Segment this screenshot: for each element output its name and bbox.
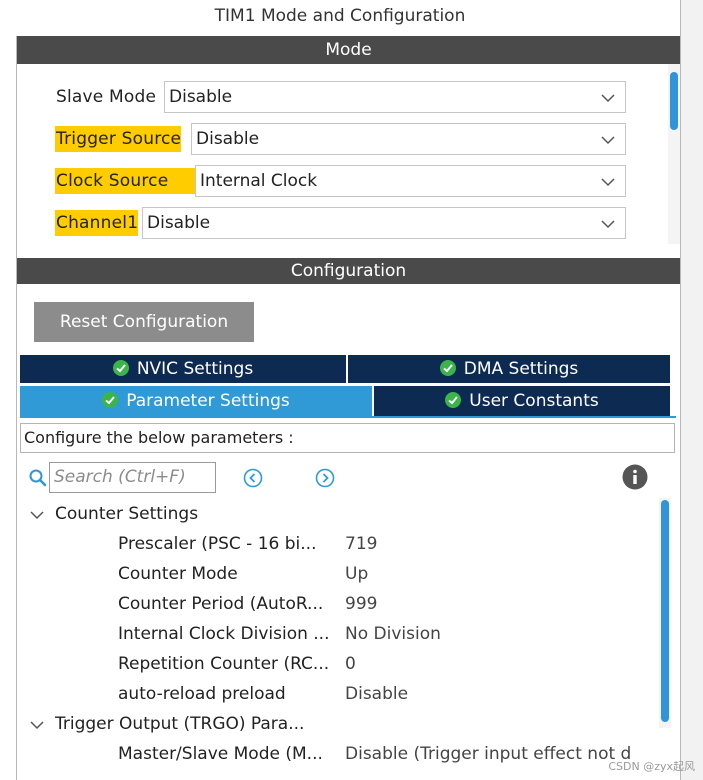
check-circle-icon <box>102 392 119 408</box>
channel1-value: Disable <box>147 213 211 233</box>
param-name[interactable]: Prescaler (PSC - 16 bi... <box>118 529 316 559</box>
chevron-down-icon[interactable] <box>30 718 44 732</box>
channel1-label: Channel1 <box>55 210 139 236</box>
param-value[interactable]: Disable (Trigger input effect not d <box>345 739 631 769</box>
slave-mode-value: Disable <box>169 87 233 107</box>
trigger-source-value: Disable <box>196 129 260 149</box>
check-circle-icon <box>439 360 456 376</box>
info-icon[interactable] <box>622 464 648 490</box>
tab-user-constants[interactable]: User Constants <box>374 386 670 416</box>
tab-user-constants-label: User Constants <box>469 391 599 411</box>
configure-banner: Configure the below parameters : <box>20 423 675 453</box>
chevron-down-icon[interactable] <box>30 508 44 522</box>
window-edge <box>681 0 703 780</box>
param-value[interactable]: Up <box>345 559 368 589</box>
search-icon[interactable] <box>29 469 47 487</box>
window-title: TIM1 Mode and Configuration <box>214 6 466 26</box>
chevron-down-icon <box>601 94 615 103</box>
chevron-down-icon <box>601 136 615 145</box>
trigger-source-select[interactable]: Disable <box>191 123 626 155</box>
mode-section-header: Mode <box>17 36 680 64</box>
watermark: CSDN @zyx起风 <box>608 760 695 773</box>
param-name[interactable]: Repetition Counter (RC... <box>118 649 329 679</box>
tab-parameter-settings-label: Parameter Settings <box>126 391 290 411</box>
tab-dma-settings-label: DMA Settings <box>463 359 579 379</box>
group-trigger-output[interactable]: Trigger Output (TRGO) Para... <box>55 709 304 739</box>
channel1-select[interactable]: Disable <box>142 207 626 239</box>
param-value[interactable]: Disable <box>345 679 408 709</box>
check-circle-icon <box>112 360 129 376</box>
parameter-scrollbar-thumb[interactable] <box>661 500 669 722</box>
clock-source-label: Clock Source <box>55 168 196 194</box>
arrow-left-circle-icon[interactable] <box>243 468 263 488</box>
param-name[interactable]: Counter Mode <box>118 559 238 589</box>
tabs-underline <box>20 416 676 418</box>
param-name[interactable]: Counter Period (AutoR... <box>118 589 323 619</box>
param-value[interactable]: 719 <box>345 529 377 559</box>
clock-source-select[interactable]: Internal Clock <box>195 165 626 197</box>
trigger-source-label: Trigger Source <box>55 126 182 152</box>
parameter-tree: Counter Settings Prescaler (PSC - 16 bi.… <box>20 498 656 780</box>
param-name[interactable]: auto-reload preload <box>118 679 286 709</box>
group-counter-settings[interactable]: Counter Settings <box>55 499 198 529</box>
reset-configuration-button[interactable]: Reset Configuration <box>34 302 254 342</box>
param-value[interactable]: 0 <box>345 649 356 679</box>
param-name[interactable]: Internal Clock Division ... <box>118 619 329 649</box>
tab-parameter-settings[interactable]: Parameter Settings <box>20 386 372 416</box>
arrow-right-circle-icon[interactable] <box>315 468 335 488</box>
tab-nvic-settings[interactable]: NVIC Settings <box>20 355 346 383</box>
mode-scrollbar-thumb[interactable] <box>670 72 678 130</box>
chevron-down-icon <box>601 220 615 229</box>
configuration-section-header: Configuration <box>17 258 680 284</box>
chevron-down-icon <box>601 178 615 187</box>
slave-mode-select[interactable]: Disable <box>164 81 626 113</box>
param-name[interactable]: Master/Slave Mode (M... <box>118 739 323 769</box>
param-value[interactable]: No Division <box>345 619 441 649</box>
search-input[interactable]: Search (Ctrl+F) <box>49 462 216 493</box>
check-circle-icon <box>445 392 462 408</box>
tab-dma-settings[interactable]: DMA Settings <box>348 355 670 383</box>
mode-panel: Slave Mode Disable Trigger Source Disabl… <box>17 64 667 244</box>
clock-source-value: Internal Clock <box>200 171 318 191</box>
param-value[interactable]: 999 <box>345 589 377 619</box>
slave-mode-label: Slave Mode <box>56 87 157 107</box>
tab-nvic-settings-label: NVIC Settings <box>136 359 254 379</box>
